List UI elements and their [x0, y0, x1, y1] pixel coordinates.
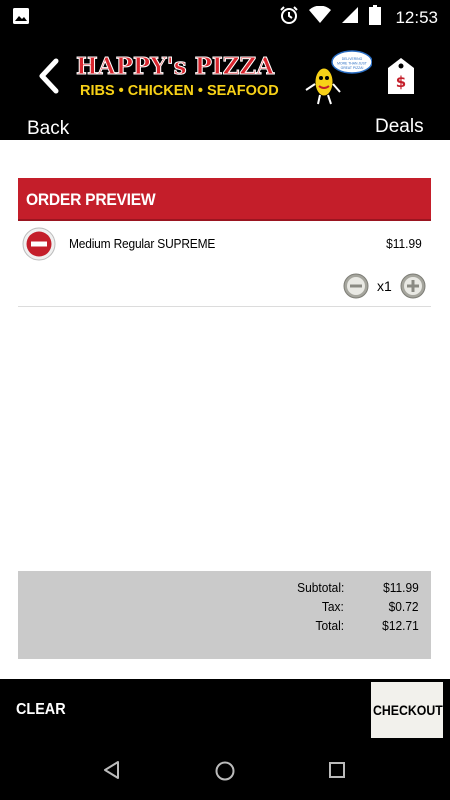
- remove-item-icon[interactable]: [22, 227, 56, 261]
- svg-text:GREAT PIZZA!: GREAT PIZZA!: [341, 66, 364, 70]
- order-item-row: Medium Regular SUPREME $11.99 x1: [18, 222, 431, 307]
- increase-quantity-icon[interactable]: [400, 273, 426, 299]
- back-button[interactable]: Back: [22, 54, 78, 139]
- item-quantity: x1: [377, 278, 392, 294]
- logo-line1: HAPPY's PIZZA: [76, 53, 275, 80]
- deals-button[interactable]: $ Deals: [370, 54, 432, 137]
- wifi-icon: [309, 5, 332, 29]
- item-name: Medium Regular SUPREME: [69, 236, 216, 251]
- system-nav-bar: [0, 741, 450, 800]
- svg-text:MORE THAN JUST: MORE THAN JUST: [337, 62, 367, 66]
- order-totals: Subtotal: $11.99 Tax: $0.72 Total: $12.7…: [18, 571, 431, 659]
- item-price: $11.99: [386, 236, 422, 251]
- decrease-quantity-icon[interactable]: [343, 273, 369, 299]
- svg-text:DELIVERING: DELIVERING: [342, 57, 363, 61]
- tax-label: Tax:: [322, 599, 344, 614]
- tax-row: Tax: $0.72: [18, 599, 431, 617]
- tax-value: $0.72: [389, 599, 419, 614]
- checkout-button[interactable]: CHECKOUT: [371, 682, 443, 738]
- action-bar: CLEAR CHECKOUT: [0, 679, 450, 741]
- mascot-icon: [305, 67, 341, 105]
- clear-button[interactable]: CLEAR: [16, 701, 66, 719]
- subtotal-row: Subtotal: $11.99: [18, 580, 431, 598]
- speech-bubble: DELIVERING MORE THAN JUST GREAT PIZZA!: [331, 50, 373, 74]
- order-preview-header: ORDER PREVIEW: [18, 178, 431, 221]
- image-icon: [12, 7, 30, 30]
- status-bar: 12:53: [0, 0, 450, 32]
- deals-label: Deals: [375, 116, 424, 137]
- clock-time: 12:53: [395, 7, 438, 27]
- total-label: Total:: [315, 618, 344, 633]
- total-value: $12.71: [382, 618, 419, 633]
- chevron-left-icon: [36, 58, 60, 99]
- total-row: Total: $12.71: [18, 618, 431, 636]
- app-header: Back HAPPY's PIZZA RIBS • CHICKEN • SEAF…: [0, 32, 450, 140]
- alarm-icon: [279, 5, 299, 30]
- order-content: ORDER PREVIEW Medium Regular SUPREME $11…: [0, 140, 450, 679]
- subtotal-label: Subtotal:: [296, 580, 344, 595]
- nav-home-icon[interactable]: [214, 760, 236, 787]
- battery-icon: [369, 5, 382, 30]
- signal-icon: [341, 6, 359, 29]
- svg-text:$: $: [396, 73, 406, 91]
- logo-line2: RIBS • CHICKEN • SEAFOOD: [80, 83, 279, 99]
- nav-recents-icon[interactable]: [328, 761, 346, 784]
- price-tag-icon: $: [386, 56, 416, 101]
- subtotal-value: $11.99: [383, 580, 419, 595]
- checkout-label: CHECKOUT: [373, 702, 443, 718]
- nav-back-icon[interactable]: [102, 760, 122, 785]
- happys-pizza-logo: HAPPY's PIZZA RIBS • CHICKEN • SEAFOOD D…: [74, 50, 373, 106]
- back-label: Back: [27, 118, 70, 139]
- order-preview-title: ORDER PREVIEW: [26, 190, 156, 209]
